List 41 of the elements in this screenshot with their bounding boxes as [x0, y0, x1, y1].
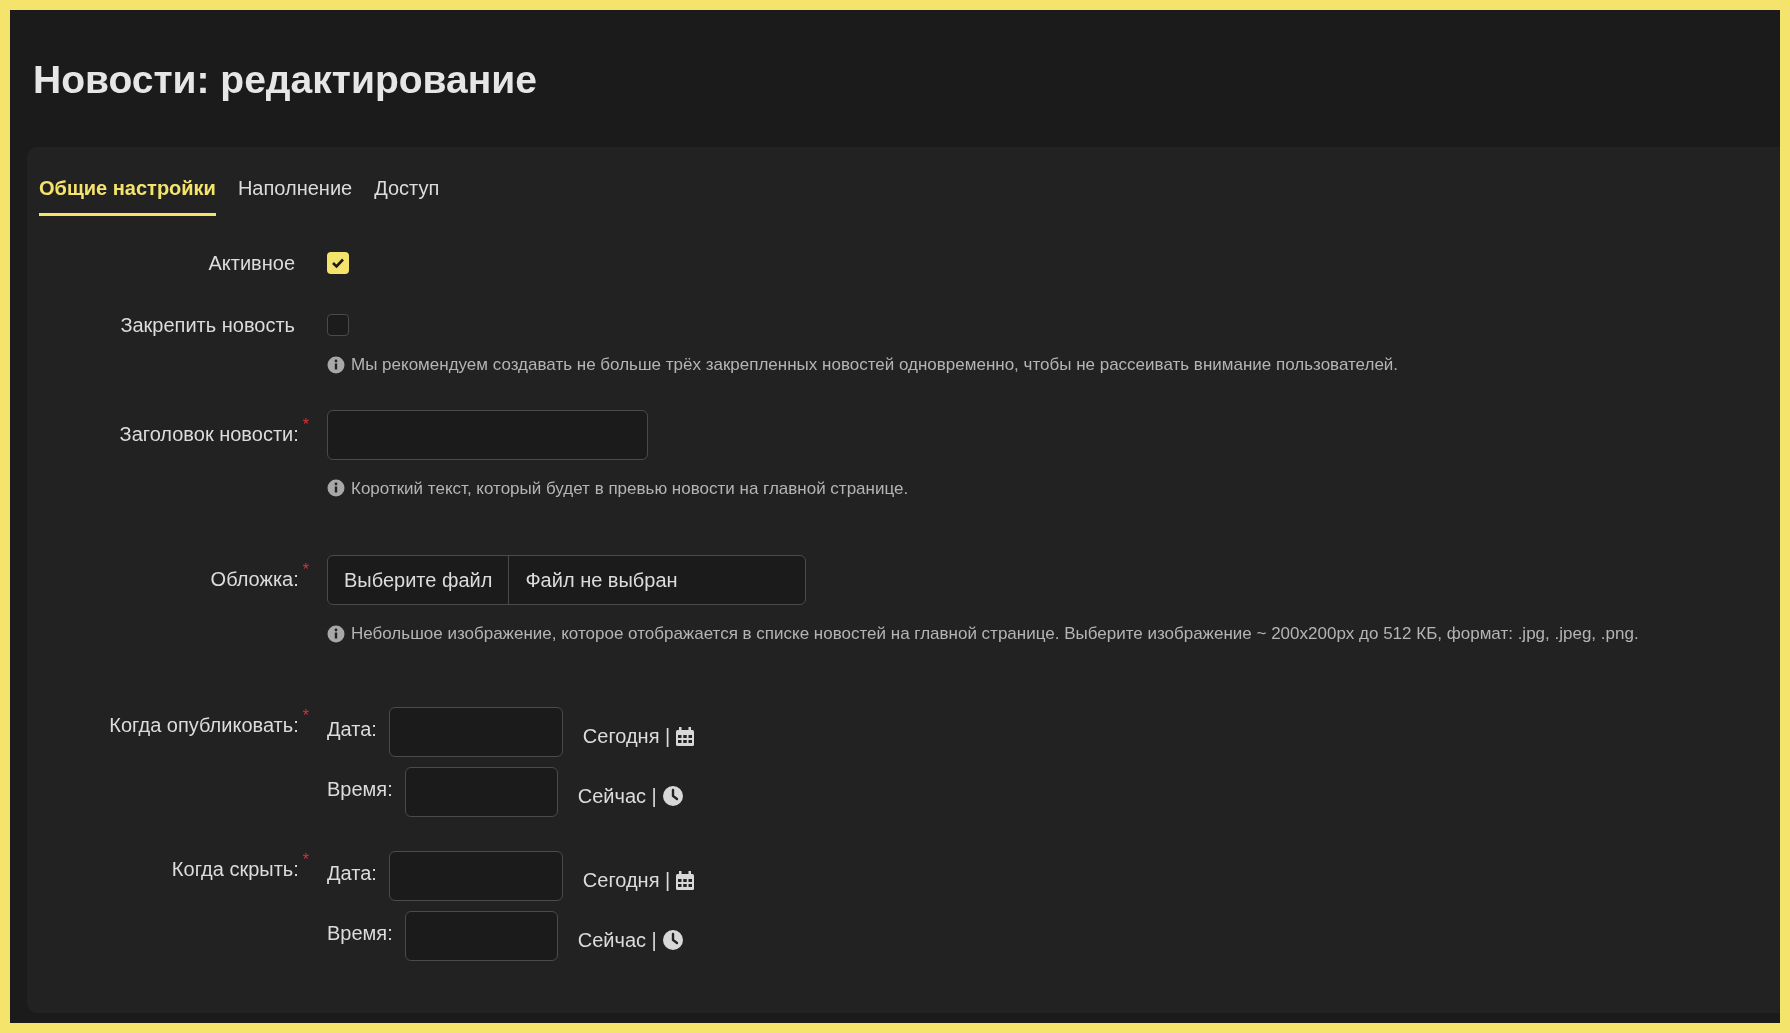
- field-label: Когда скрыть:: [171, 857, 299, 880]
- time-input[interactable]: [404, 910, 558, 961]
- required-mark: *: [302, 562, 309, 578]
- field-label: Обложка:: [210, 568, 299, 590]
- date-input[interactable]: [388, 850, 563, 901]
- clock-icon[interactable]: [662, 785, 683, 806]
- tab[interactable]: Общие настройки: [39, 173, 216, 216]
- calendar-icon[interactable]: [676, 725, 695, 746]
- required-mark: *: [302, 707, 309, 724]
- hint-text: Короткий текст, который будет в превью новости на главной странице.: [351, 477, 909, 500]
- shortcut-link[interactable]: Сегодня |: [582, 720, 671, 751]
- shortcut-link[interactable]: Сейчас |: [577, 780, 657, 811]
- field-label: Заголовок новости:: [119, 422, 299, 445]
- calendar-icon[interactable]: [676, 869, 695, 890]
- time-input[interactable]: [404, 766, 558, 817]
- checkbox[interactable]: [327, 252, 349, 274]
- check-icon: [331, 257, 345, 269]
- clock-icon[interactable]: [662, 929, 683, 950]
- info-icon: [327, 355, 345, 374]
- field-label: Закрепить новость: [120, 314, 295, 336]
- hint-text: Небольшое изображение, которое отображается в списке новостей на главной странице. Выберите изображение ~ 200x200px до 512 КБ, формат: .jpg, .jpeg, .png.: [351, 623, 1639, 645]
- hint-text: Мы рекомендуем создавать не больше трёх закрепленных новостей одновременно, чтобы не рассеивать внимание пользователей.: [351, 354, 1399, 376]
- tab[interactable]: Доступ: [374, 173, 440, 216]
- shortcut-link[interactable]: Сегодня |: [582, 864, 671, 895]
- required-mark: *: [302, 416, 309, 433]
- field-label: Время:: [327, 776, 393, 802]
- field-label: Когда опубликовать:: [109, 713, 299, 736]
- tab[interactable]: Наполнение: [237, 173, 353, 216]
- required-mark: *: [302, 851, 309, 868]
- file-input[interactable]: Выберите файл Файл не выбран: [327, 555, 806, 605]
- checkbox[interactable]: [327, 314, 349, 336]
- info-icon: [327, 624, 345, 643]
- text-input[interactable]: [327, 409, 648, 460]
- field-label: Дата:: [327, 716, 377, 742]
- field-label: Активное: [208, 252, 295, 274]
- field-label: Дата:: [327, 860, 377, 886]
- info-icon: [327, 479, 345, 498]
- field-label: Время:: [327, 920, 393, 946]
- date-input[interactable]: [388, 706, 563, 757]
- page-title: Новости: редактирование: [32, 57, 538, 103]
- shortcut-link[interactable]: Сейчас |: [577, 924, 657, 955]
